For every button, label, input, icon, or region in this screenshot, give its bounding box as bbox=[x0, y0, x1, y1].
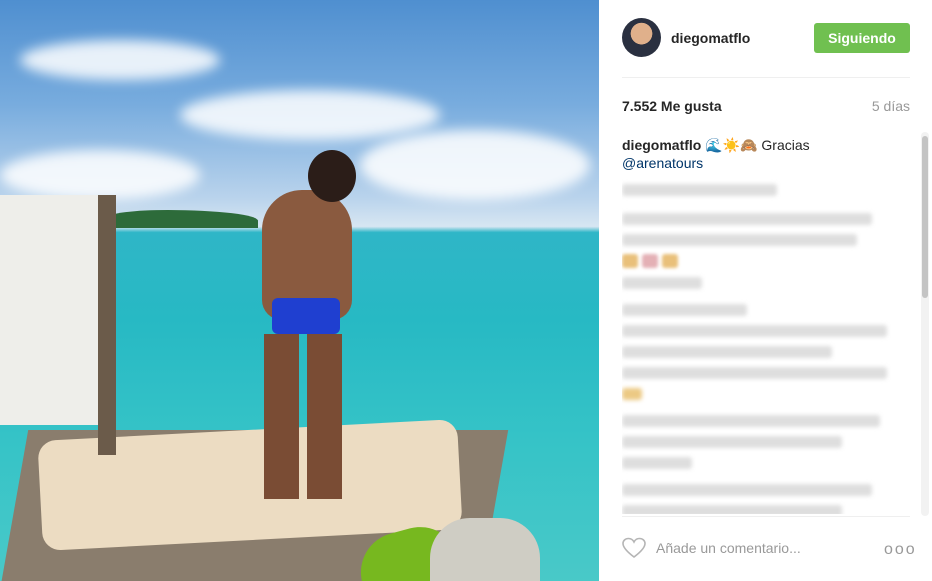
following-button[interactable]: Siguiendo bbox=[814, 23, 910, 53]
caption-text: Gracias bbox=[761, 137, 810, 153]
post-header: diegomatflo Siguiendo bbox=[599, 0, 932, 77]
blurred-line bbox=[622, 184, 777, 196]
comments-section: diegomatflo 🌊☀️🙈 Gracias @arenatours bbox=[622, 136, 912, 514]
blurred-comments bbox=[622, 184, 912, 514]
wooden-post bbox=[98, 195, 116, 455]
cloud bbox=[20, 40, 220, 80]
blurred-line bbox=[622, 505, 842, 514]
blurred-line bbox=[622, 346, 832, 358]
blurred-emojis bbox=[622, 251, 912, 269]
post-time[interactable]: 5 días bbox=[872, 98, 910, 114]
caption: diegomatflo 🌊☀️🙈 Gracias @arenatours bbox=[622, 136, 912, 172]
blurred-line bbox=[622, 325, 887, 337]
caption-mention[interactable]: @arenatours bbox=[622, 155, 703, 171]
add-comment-input[interactable] bbox=[656, 537, 866, 559]
caption-username[interactable]: diegomatflo bbox=[622, 137, 701, 153]
person-swim-shorts bbox=[272, 298, 340, 334]
caption-emojis: 🌊☀️🙈 bbox=[705, 137, 758, 153]
blurred-emoji bbox=[622, 388, 642, 400]
blurred-emoji bbox=[622, 254, 638, 269]
cloud bbox=[180, 90, 440, 140]
blurred-line bbox=[622, 367, 887, 379]
blurred-line bbox=[622, 234, 857, 246]
blurred-line bbox=[622, 213, 872, 225]
blurred-emoji bbox=[641, 254, 658, 269]
blurred-line bbox=[622, 484, 872, 496]
person-head bbox=[308, 150, 356, 202]
island bbox=[108, 210, 258, 228]
header-divider bbox=[622, 77, 910, 78]
blurred-line bbox=[622, 436, 842, 448]
blurred-emoji bbox=[661, 254, 678, 269]
blurred-line bbox=[622, 304, 747, 316]
post-side-panel: diegomatflo Siguiendo 7.552 Me gusta 5 d… bbox=[599, 0, 932, 581]
blurred-line bbox=[622, 415, 880, 427]
avatar[interactable] bbox=[622, 18, 661, 57]
likes-count[interactable]: 7.552 Me gusta bbox=[622, 98, 722, 114]
header-username[interactable]: diegomatflo bbox=[671, 30, 750, 46]
cloud bbox=[360, 130, 590, 200]
post-photo bbox=[0, 0, 599, 581]
grey-pillow bbox=[430, 518, 540, 581]
curtain bbox=[0, 195, 112, 425]
more-options-icon[interactable]: ooo bbox=[884, 541, 917, 559]
heart-icon[interactable] bbox=[622, 537, 646, 559]
person-legs bbox=[264, 334, 342, 499]
post-footer: ooo bbox=[599, 516, 932, 581]
blurred-line bbox=[622, 277, 702, 289]
scrollbar-thumb[interactable] bbox=[922, 136, 928, 298]
cloud bbox=[0, 150, 200, 200]
comments-scrollbar[interactable] bbox=[921, 132, 929, 516]
blurred-line bbox=[622, 457, 692, 469]
